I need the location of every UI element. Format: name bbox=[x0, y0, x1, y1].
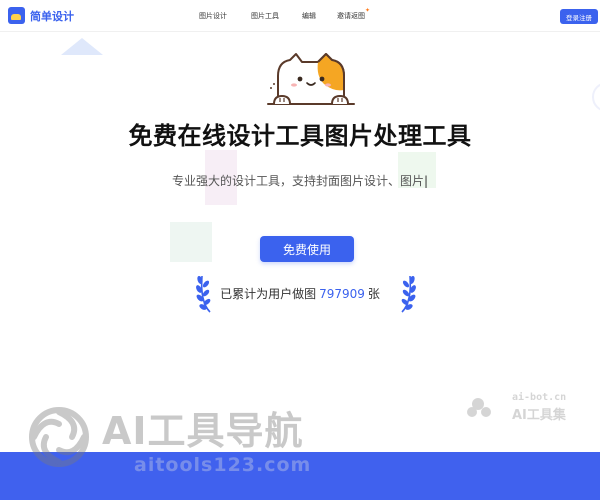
decorative-triangle bbox=[61, 38, 103, 55]
watermark-big-name: AI工具导航 bbox=[102, 409, 304, 453]
cat-mascot-icon bbox=[267, 53, 355, 105]
decorative-block bbox=[170, 222, 212, 262]
usage-stats: 已累计为用户做图 797909 张 bbox=[0, 285, 600, 302]
nav-item-image-tools[interactable]: 图片工具 bbox=[251, 11, 279, 21]
hero-subtitle-text: 专业强大的设计工具，支持封面图片设计、图片 bbox=[171, 174, 424, 188]
brand-name: 简单设计 bbox=[30, 9, 74, 23]
stats-suffix: 张 bbox=[367, 287, 380, 301]
watermark-name: AI工具集 bbox=[512, 408, 566, 423]
new-badge-icon: ✦ bbox=[364, 7, 370, 14]
watermark-big-url: aitools123.com bbox=[134, 454, 312, 476]
watermark-ai-tools: AI工具导航 aitools123.com bbox=[28, 398, 358, 488]
watermark-url: ai-bot.cn bbox=[512, 392, 567, 403]
nav-item-edit[interactable]: 编辑 bbox=[302, 11, 316, 21]
watermark-swirl-icon bbox=[29, 407, 89, 467]
laurel-right-icon bbox=[401, 275, 416, 313]
top-nav-bar: 简单设计 图片设计 图片工具 编辑 邀请返图 ✦ 登录注册 bbox=[0, 0, 600, 32]
nav-item-image-design[interactable]: 图片设计 bbox=[199, 11, 227, 21]
free-use-button[interactable]: 免费使用 bbox=[260, 236, 354, 262]
stats-prefix: 已累计为用户做图 bbox=[220, 287, 317, 301]
nav-item-invite[interactable]: 邀请返图 ✦ bbox=[337, 7, 370, 21]
hero-subtitle: 专业强大的设计工具，支持封面图片设计、图片| bbox=[0, 172, 600, 189]
logo-icon bbox=[8, 7, 25, 24]
decorative-circle bbox=[592, 82, 600, 112]
brand-logo[interactable]: 简单设计 bbox=[8, 7, 74, 24]
watermark-ai-bot: ai-bot.cn AI工具集 bbox=[466, 392, 596, 423]
typing-caret: | bbox=[423, 174, 429, 188]
page-title: 免费在线设计工具图片处理工具 bbox=[128, 122, 472, 150]
nav-item-invite-label: 邀请返图 bbox=[337, 12, 365, 20]
stats-count: 797909 bbox=[319, 287, 365, 301]
watermark-logo-icon bbox=[467, 398, 491, 417]
login-register-button[interactable]: 登录注册 bbox=[560, 9, 598, 24]
